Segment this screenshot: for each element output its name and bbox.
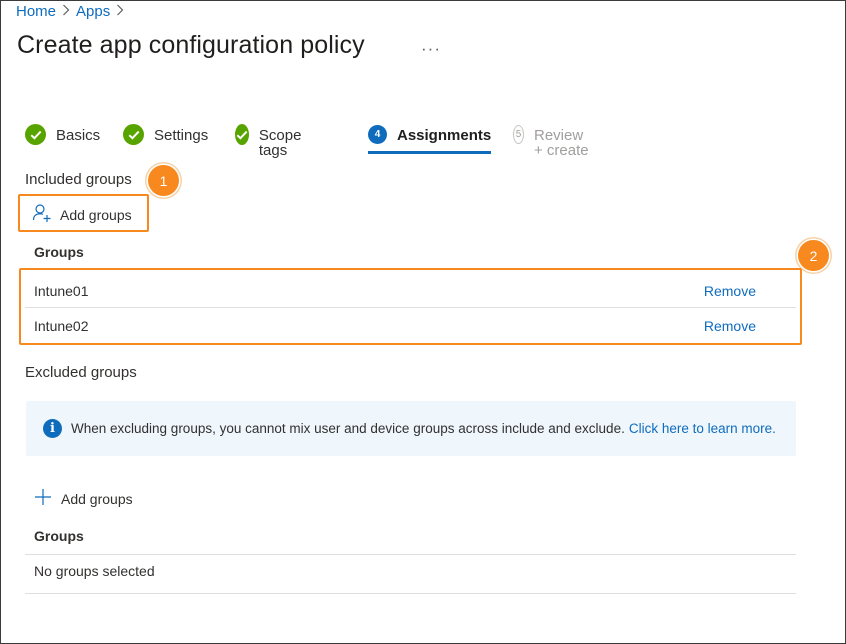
step-label: Review + create [534, 127, 589, 159]
group-name: Intune02 [34, 317, 89, 334]
app-frame: Home Apps Create app configuration polic… [0, 0, 846, 644]
step-number-icon: 5 [513, 125, 524, 144]
group-name: Intune01 [34, 282, 89, 299]
checkmark-icon [235, 124, 249, 145]
more-options-button[interactable]: ··· [421, 39, 441, 59]
add-excluded-groups-button[interactable]: Add groups [34, 488, 133, 509]
step-label: Settings [154, 127, 209, 144]
add-included-groups-button[interactable]: Add groups [32, 203, 132, 226]
chevron-right-icon [116, 4, 124, 19]
add-groups-label: Add groups [60, 206, 132, 223]
tab-assignments[interactable]: 4 Assignments [368, 122, 492, 154]
plus-icon [34, 488, 52, 509]
breadcrumb-home[interactable]: Home [16, 3, 56, 20]
remove-group-link[interactable]: Remove [704, 318, 796, 334]
step-label: Scope tags [258, 127, 302, 159]
callout-badge: 1 [148, 165, 179, 196]
tab-review-create[interactable]: 5 Review + create [513, 122, 591, 158]
breadcrumb-apps[interactable]: Apps [76, 3, 110, 20]
learn-more-link[interactable]: Click here to learn more. [629, 421, 776, 436]
row-divider [25, 554, 796, 555]
included-groups-header: Groups [34, 244, 84, 260]
step-label: Basics [56, 127, 101, 144]
checkmark-icon [25, 124, 46, 145]
info-text: When excluding groups, you cannot mix us… [71, 421, 625, 436]
tab-basics[interactable]: Basics [25, 122, 100, 154]
remove-group-link[interactable]: Remove [704, 283, 796, 299]
excluded-groups-header: Groups [34, 528, 84, 544]
page-title: Create app configuration policy [17, 31, 365, 59]
breadcrumb: Home Apps [16, 3, 124, 20]
info-message-bar: i When excluding groups, you cannot mix … [26, 401, 796, 456]
callout-badge: 2 [798, 240, 829, 271]
step-number-icon: 4 [368, 125, 387, 144]
row-divider [25, 593, 796, 594]
add-user-icon [32, 203, 52, 226]
tab-scope-tags[interactable]: Scope tags [235, 122, 309, 158]
tab-settings[interactable]: Settings [123, 122, 208, 154]
included-groups-table: Intune01 Remove Intune02 Remove [25, 273, 796, 343]
excluded-groups-title: Excluded groups [25, 364, 137, 381]
step-label: Assignments [397, 127, 492, 144]
included-groups-title: Included groups [25, 171, 132, 188]
table-row: Intune02 Remove [25, 308, 796, 343]
table-row: Intune01 Remove [25, 273, 796, 308]
info-icon: i [43, 419, 62, 438]
add-groups-label: Add groups [61, 490, 133, 507]
chevron-right-icon [62, 4, 70, 19]
no-groups-text: No groups selected [34, 563, 155, 579]
checkmark-icon [123, 124, 144, 145]
